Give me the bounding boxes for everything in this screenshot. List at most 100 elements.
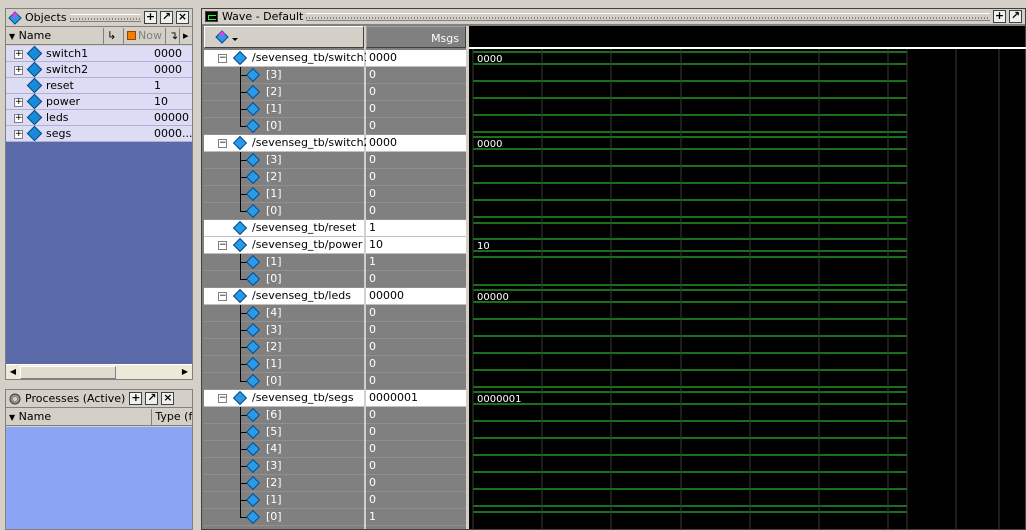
- signal-value: 00000: [366, 288, 466, 305]
- bit-value: 0: [366, 305, 466, 322]
- signal-icon: [245, 492, 261, 508]
- bit-label: [1]: [266, 102, 282, 115]
- expand-icon[interactable]: +: [14, 98, 23, 107]
- msgs-header[interactable]: Msgs: [366, 26, 466, 48]
- tree-vline: [240, 118, 241, 126]
- object-row-switch1[interactable]: + switch1 0000: [6, 45, 192, 62]
- bit-value: 0: [366, 339, 466, 356]
- signal-name: /sevenseg_tb/switch1: [252, 51, 371, 64]
- expand-icon[interactable]: +: [14, 50, 23, 59]
- bit-value: 0: [366, 441, 466, 458]
- processes-type-header[interactable]: Type (f: [152, 409, 192, 426]
- objects-close-icon[interactable]: ×: [176, 11, 189, 24]
- goto-next-icon[interactable]: ↴: [166, 27, 180, 45]
- processes-undock-icon[interactable]: ↗: [145, 392, 159, 405]
- bit-name-cell: [0]: [204, 118, 364, 135]
- signal-icon: [232, 288, 248, 304]
- object-row-switch2[interactable]: + switch2 0000: [6, 61, 192, 78]
- objects-undock-icon[interactable]: ↗: [160, 11, 173, 24]
- expand-icon[interactable]: +: [14, 130, 23, 139]
- signal-icon: [245, 441, 261, 457]
- wave-titlebar[interactable]: Wave - Default + ↗: [202, 9, 1025, 25]
- wave-tool-icon[interactable]: [215, 30, 239, 44]
- goto-icon[interactable]: ↳: [104, 27, 124, 45]
- objects-name-header[interactable]: ▼ Name: [6, 27, 104, 45]
- processes-name-header[interactable]: ▼ Name: [6, 409, 153, 426]
- bit-name-cell: [4]: [204, 441, 364, 458]
- expand-icon[interactable]: +: [14, 66, 23, 75]
- bit-label: [3]: [266, 323, 282, 336]
- signal-icon: [245, 169, 261, 185]
- bit-label: [0]: [266, 510, 282, 523]
- collapse-icon[interactable]: −: [218, 139, 227, 148]
- bit-label: [5]: [266, 425, 282, 438]
- objects-hscrollbar[interactable]: ◀ ▶: [6, 364, 192, 379]
- bus-value-label: 10: [477, 241, 490, 252]
- collapse-icon[interactable]: −: [218, 394, 227, 403]
- object-row-reset[interactable]: reset 1: [6, 77, 192, 94]
- objects-icon: [8, 10, 22, 25]
- bit-label: [3]: [266, 459, 282, 472]
- object-name: switch2: [46, 63, 89, 76]
- bit-value: 1: [366, 254, 466, 271]
- signal-icon: [245, 152, 261, 168]
- objects-now-header[interactable]: Now: [124, 27, 166, 45]
- signal-icon: [26, 61, 43, 78]
- bit-label: [1]: [266, 493, 282, 506]
- wave-undock-icon[interactable]: ↗: [1009, 10, 1022, 23]
- signal-icon: [245, 322, 261, 338]
- signal-icon: [232, 390, 248, 406]
- objects-titlebar[interactable]: Objects + ↗ ×: [6, 9, 192, 27]
- wave-dock-icon[interactable]: +: [993, 10, 1006, 23]
- signal-icon: [232, 220, 248, 236]
- modelsim-workspace: Objects + ↗ × ▼ Name ↳ Now ↴ ▸ + switch1 0…: [0, 0, 1026, 530]
- signal-name-header[interactable]: [204, 26, 364, 48]
- objects-dock-icon[interactable]: +: [144, 11, 157, 24]
- objects-drag-grip[interactable]: [69, 13, 141, 22]
- object-value: 10: [154, 95, 168, 108]
- waveform-display[interactable]: 0000 0000 10 00000 0000001: [469, 26, 1026, 530]
- scroll-thumb[interactable]: [20, 366, 116, 379]
- collapse-icon[interactable]: −: [218, 292, 227, 301]
- collapse-icon[interactable]: −: [218, 54, 227, 63]
- processes-dock-icon[interactable]: +: [129, 392, 143, 405]
- bit-name-cell: [0]: [204, 373, 364, 390]
- processes-titlebar[interactable]: Processes (Active) + ↗ ×: [6, 390, 192, 408]
- bit-name-cell: [3]: [204, 322, 364, 339]
- object-row-power[interactable]: + power 10: [6, 93, 192, 110]
- object-value: 0000: [154, 47, 182, 60]
- object-row-leds[interactable]: + leds 00000: [6, 109, 192, 126]
- scroll-right-icon[interactable]: ▸: [180, 28, 190, 45]
- processes-list: [6, 427, 192, 529]
- bit-value: 0: [366, 492, 466, 509]
- scroll-left-icon[interactable]: ◀: [6, 366, 20, 379]
- bit-label: [2]: [266, 476, 282, 489]
- signal-name-cell: /sevenseg_tb/reset: [204, 220, 364, 237]
- expand-icon[interactable]: +: [14, 114, 23, 123]
- wave-drag-grip[interactable]: [306, 12, 990, 21]
- signal-name: /sevenseg_tb/power: [252, 238, 363, 251]
- signal-name: /sevenseg_tb/switch2: [252, 136, 371, 149]
- signal-icon: [245, 356, 261, 372]
- bit-label: [1]: [266, 357, 282, 370]
- bit-label: [1]: [266, 187, 282, 200]
- signal-icon: [232, 135, 248, 151]
- objects-title: Objects: [25, 11, 67, 24]
- signal-icon: [245, 424, 261, 440]
- object-row-segs[interactable]: + segs 0000...: [6, 125, 192, 142]
- signal-icon: [245, 203, 261, 219]
- bit-name-cell: [1]: [204, 356, 364, 373]
- signal-icon: [245, 339, 261, 355]
- object-value: 1: [154, 79, 161, 92]
- signal-icon: [26, 93, 43, 110]
- signal-icon: [232, 50, 248, 66]
- bit-value: 0: [366, 322, 466, 339]
- scroll-right-arrow-icon[interactable]: ▶: [178, 366, 192, 379]
- tree-vline: [240, 203, 241, 211]
- waveform-canvas: 0000 0000 10 00000 0000001: [469, 47, 1026, 530]
- signal-icon: [245, 67, 261, 83]
- signal-icon: [26, 109, 43, 126]
- collapse-icon[interactable]: −: [218, 241, 227, 250]
- signal-name-cell: − /sevenseg_tb/leds: [204, 288, 364, 305]
- processes-close-icon[interactable]: ×: [161, 392, 175, 405]
